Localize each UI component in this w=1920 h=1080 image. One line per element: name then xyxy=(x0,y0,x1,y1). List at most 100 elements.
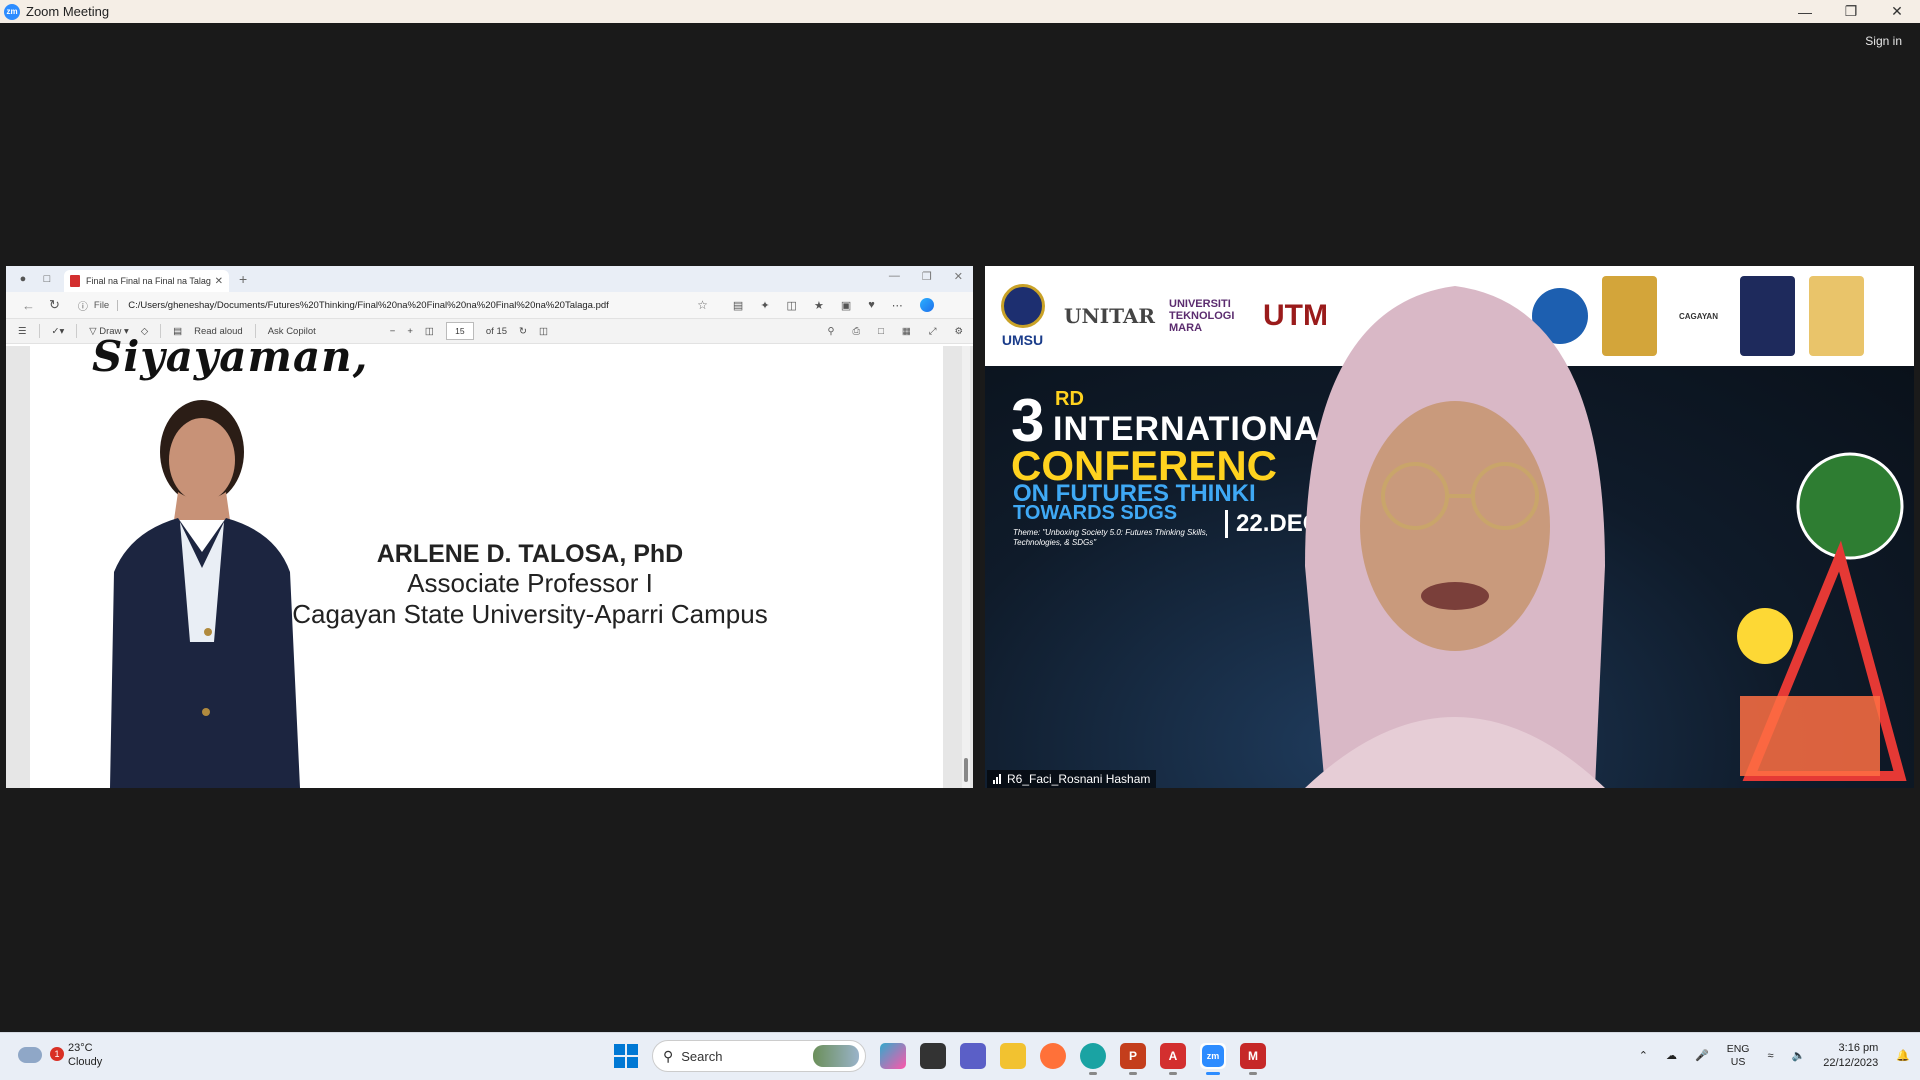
onedrive-icon[interactable]: ☁ xyxy=(1666,1049,1677,1062)
weather-desc: Cloudy xyxy=(68,1056,103,1069)
partner-logo xyxy=(1809,276,1864,356)
notifications-bell-icon[interactable]: 🔔 xyxy=(1896,1049,1910,1062)
acrobat-icon[interactable]: A xyxy=(1160,1043,1186,1075)
refresh-icon[interactable]: ↻ xyxy=(49,297,60,313)
divider xyxy=(76,324,78,338)
pdf-toolbar-right: ⚲ ⎙ □ ▦ ⤢ ⚙ xyxy=(828,326,963,337)
page-view-icon[interactable]: ◫ xyxy=(539,326,548,337)
chevron-up-icon[interactable]: ⌃ xyxy=(1639,1049,1648,1062)
restore-icon[interactable]: ❐ xyxy=(1828,0,1874,23)
banner-ordinal: RD xyxy=(1055,388,1084,410)
participant-name-label: R6_Faci_Rosnani Hasham xyxy=(987,770,1157,788)
zoom-in-icon[interactable]: + xyxy=(407,326,413,337)
zoom-out-icon[interactable]: − xyxy=(390,326,396,337)
file-label: File xyxy=(94,299,119,311)
contents-icon[interactable]: ☰ xyxy=(18,326,27,337)
tab-title: Final na Final na Final na Talaga.pdf xyxy=(86,276,211,286)
copilot-app-icon[interactable] xyxy=(880,1043,906,1069)
weather-text: 23°C Cloudy xyxy=(68,1041,102,1070)
new-tab-icon[interactable]: + xyxy=(239,271,247,287)
wifi-icon[interactable]: ≈ xyxy=(1767,1050,1773,1062)
tab-close-icon[interactable]: ✕ xyxy=(215,276,223,287)
pdf-scrollbar[interactable] xyxy=(962,346,970,788)
time: 3:16 pm xyxy=(1838,1042,1879,1054)
scroll-thumb[interactable] xyxy=(964,758,968,782)
address-bar-row: ← ↻ ⓘ File C:/Users/gheneshay/Documents/… xyxy=(6,292,973,318)
highlight-icon[interactable]: ✓▾ xyxy=(52,326,65,337)
search-highlight-image xyxy=(813,1045,859,1067)
taskbar-apps: ⚲ Search P A zm M xyxy=(614,1040,1266,1075)
fit-page-icon[interactable]: ◫ xyxy=(425,326,434,337)
zoom-logo-icon: zm xyxy=(4,3,20,20)
profile-icon[interactable]: ● xyxy=(16,272,30,286)
teams-icon[interactable] xyxy=(960,1043,986,1069)
save-as-icon[interactable]: ▦ xyxy=(902,326,911,337)
mcafee-icon[interactable]: M xyxy=(1240,1043,1266,1075)
system-tray: ⌃ ☁ 🎤 ENG US ≈ 🔈 3:16 pm 22/12/2023 🔔 xyxy=(1639,1041,1910,1071)
browser-essentials-icon[interactable]: ♥ xyxy=(868,299,875,311)
page-total: of 15 xyxy=(485,325,508,337)
powerpoint-icon[interactable]: P xyxy=(1120,1043,1146,1075)
save-icon[interactable]: □ xyxy=(878,326,884,337)
url-text[interactable]: C:/Users/gheneshay/Documents/Futures%20T… xyxy=(128,300,609,311)
collections-icon[interactable]: ▣ xyxy=(841,299,851,312)
zoom-title-bar: zm Zoom Meeting — ❐ ✕ xyxy=(0,0,1920,23)
start-button[interactable] xyxy=(614,1044,638,1068)
reader-icon[interactable]: ▤ xyxy=(733,299,743,312)
page-number-input[interactable]: 15 xyxy=(445,322,474,340)
zoom-app-icon[interactable]: zm xyxy=(1200,1043,1226,1075)
pdf-viewport[interactable]: Siyayaman, ARLENE D. TALOSA, PhD Associa… xyxy=(6,332,973,788)
cagayan-logo: CAGAYAN xyxy=(1679,311,1718,321)
sign-in-button[interactable]: Sign in xyxy=(1865,34,1902,48)
shared-screen: ● □ Final na Final na Final na Talaga.pd… xyxy=(6,266,973,788)
divider xyxy=(38,324,40,338)
file-explorer-icon[interactable] xyxy=(1000,1043,1026,1069)
banner-theme: Theme: "Unboxing Society 5.0: Futures Th… xyxy=(1013,528,1208,547)
browser-tab-strip: ● □ Final na Final na Final na Talaga.pd… xyxy=(6,266,973,292)
window-controls: — ❐ ✕ xyxy=(1782,0,1920,23)
favorite-star-icon[interactable]: ☆ xyxy=(697,298,708,312)
favorites-icon[interactable]: ★ xyxy=(814,299,824,312)
browser-minimize-icon[interactable]: — xyxy=(889,270,900,283)
edge-icon[interactable] xyxy=(1080,1043,1106,1075)
pdf-icon xyxy=(70,275,80,287)
notification-badge: 1 xyxy=(50,1047,64,1061)
print-icon[interactable]: ⎙ xyxy=(853,326,861,337)
browser-restore-icon[interactable]: ❐ xyxy=(922,270,932,283)
uitm-logo: UNIVERSITI TEKNOLOGI MARA xyxy=(1169,297,1235,335)
address-bar[interactable]: ⓘ File C:/Users/gheneshay/Documents/Futu… xyxy=(78,295,708,315)
cloud-icon xyxy=(18,1047,42,1064)
back-icon[interactable]: ← xyxy=(22,298,35,313)
rotate-icon[interactable]: ↻ xyxy=(519,326,527,337)
firefox-icon[interactable] xyxy=(1040,1043,1066,1069)
extensions-icon[interactable]: ✦ xyxy=(760,299,769,312)
tab-actions-icon[interactable]: □ xyxy=(40,272,54,286)
copilot-icon[interactable] xyxy=(919,298,934,312)
browser-window-controls: — ❐ ✕ xyxy=(889,270,963,283)
speaker-video-tile[interactable]: UMSU UNITAR UNIVERSITI TEKNOLOGI MARA UT… xyxy=(985,266,1914,788)
pdf-page: Siyayaman, ARLENE D. TALOSA, PhD Associa… xyxy=(30,332,943,788)
speaker-role: Associate Professor I xyxy=(407,568,653,598)
browser-tab[interactable]: Final na Final na Final na Talaga.pdf ✕ xyxy=(64,270,229,292)
info-icon[interactable]: ⓘ xyxy=(78,298,88,313)
taskbar: 1 23°C Cloudy ⚲ Search P A zm M ⌃ ☁ 🎤 EN… xyxy=(0,1032,1920,1080)
pdf-search-icon[interactable]: ⚲ xyxy=(828,326,835,337)
fullscreen-icon[interactable]: ⤢ xyxy=(929,326,937,337)
clock[interactable]: 3:16 pm 22/12/2023 xyxy=(1823,1041,1878,1071)
file-app-icon[interactable] xyxy=(920,1043,946,1069)
weather-widget[interactable]: 1 23°C Cloudy xyxy=(18,1041,102,1070)
browser-tools: ▤ ✦ ◫ ★ ▣ ♥ ⋯ xyxy=(733,298,934,312)
settings-icon[interactable]: ⚙ xyxy=(954,326,963,337)
more-icon[interactable]: ⋯ xyxy=(892,299,903,312)
language-indicator[interactable]: ENG US xyxy=(1727,1043,1750,1069)
window-title: Zoom Meeting xyxy=(26,4,110,19)
split-screen-icon[interactable]: ◫ xyxy=(787,299,797,312)
close-icon[interactable]: ✕ xyxy=(1874,0,1920,23)
search-label: Search xyxy=(681,1048,723,1064)
script-heading: Siyayaman, xyxy=(92,332,369,381)
microphone-icon[interactable]: 🎤 xyxy=(1695,1049,1709,1062)
minimize-icon[interactable]: — xyxy=(1782,0,1828,23)
taskbar-search[interactable]: ⚲ Search xyxy=(652,1040,866,1072)
volume-icon[interactable]: 🔈 xyxy=(1792,1049,1806,1062)
browser-close-icon[interactable]: ✕ xyxy=(954,270,963,283)
